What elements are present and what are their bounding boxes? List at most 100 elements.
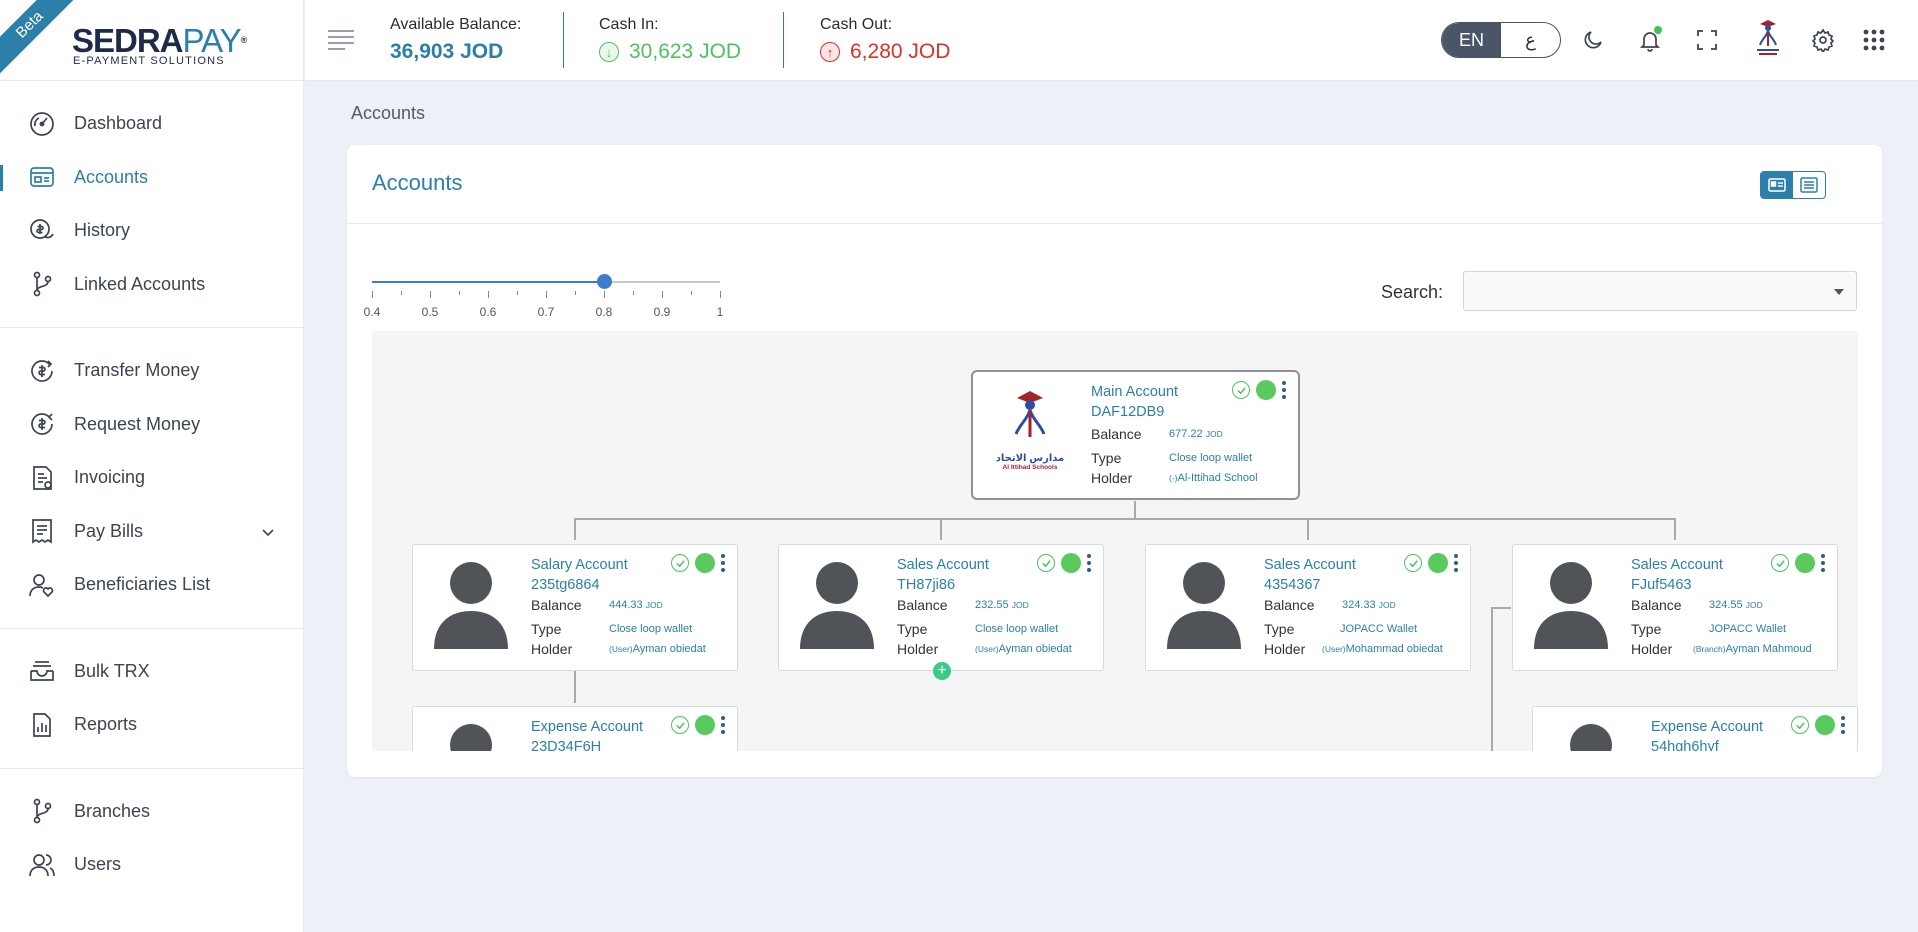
account-code: TH87ji86 <box>897 577 956 593</box>
account-node[interactable]: Sales Account TH87ji86 Balance 232.55 JOD… <box>778 544 1104 680</box>
node-actions <box>1791 715 1845 735</box>
nav-group-main: Dashboard Accounts History Linked Accoun… <box>0 81 303 328</box>
holder-value: Ayman Mahmoud <box>1725 643 1812 655</box>
account-title[interactable]: Sales Account 4354367 <box>1264 555 1356 595</box>
account-node[interactable]: Expense Account 23D34F6H <box>412 706 738 751</box>
beta-ribbon: Beta <box>0 0 82 77</box>
more-vertical-icon[interactable] <box>1841 716 1845 734</box>
more-vertical-icon[interactable] <box>1282 381 1286 399</box>
tree-connector <box>574 518 576 540</box>
account-title[interactable]: Salary Account 235tg6864 <box>531 555 628 595</box>
tree-connector <box>1307 518 1309 540</box>
verified-check-icon[interactable] <box>1037 554 1055 572</box>
sidebar-item-request-money[interactable]: Request Money <box>0 398 303 452</box>
sidebar-item-accounts[interactable]: Accounts <box>0 151 303 205</box>
speedometer-icon <box>28 110 56 138</box>
more-vertical-icon[interactable] <box>1821 554 1825 572</box>
page-title: Accounts <box>372 170 463 195</box>
accounts-tree[interactable]: مدارس الاتحاد Al Ittihad Schools Main Ac… <box>372 331 1858 751</box>
logo[interactable]: SEDRAPAY® <box>72 22 247 59</box>
holder-prefix: (User) <box>609 644 633 654</box>
lang-option-en[interactable]: EN <box>1442 23 1501 57</box>
sidebar-item-pay-bills[interactable]: Pay Bills <box>0 505 303 559</box>
sidebar-item-label: Accounts <box>74 166 149 187</box>
view-mode-toggle[interactable] <box>1760 171 1826 199</box>
sidebar-item-branches[interactable]: Branches <box>0 785 303 839</box>
type-label: Type <box>531 621 562 637</box>
slider-tick <box>662 291 663 298</box>
holder-label: Holder <box>897 641 939 657</box>
language-toggle[interactable]: EN ع <box>1441 22 1561 58</box>
verified-check-icon[interactable] <box>671 716 689 734</box>
sidebar-item-beneficiaries-list[interactable]: Beneficiaries List <box>0 558 303 612</box>
account-title[interactable]: Expense Account 23D34F6H <box>531 717 643 751</box>
slider-tick <box>401 291 402 295</box>
account-node[interactable]: Expense Account 54hgh6hyf <box>1532 706 1858 751</box>
balance-label: Balance <box>897 597 948 613</box>
holder-value: Al-Ittihad School <box>1177 472 1258 484</box>
school-logo-avatar[interactable] <box>1751 18 1785 58</box>
verified-check-icon[interactable] <box>1404 554 1422 572</box>
fullscreen-icon[interactable] <box>1693 26 1721 54</box>
lang-option-ar[interactable]: ع <box>1501 23 1560 57</box>
sidebar-item-label: Users <box>74 854 122 875</box>
more-vertical-icon[interactable] <box>1087 554 1091 572</box>
tree-connector <box>940 518 942 540</box>
logo-main: SEDRA <box>72 22 184 59</box>
account-node[interactable]: Sales Account 4354367 Balance 324.33 JOD … <box>1145 544 1471 671</box>
node-actions <box>1037 553 1091 573</box>
sidebar-item-history[interactable]: History <box>0 204 303 258</box>
sidebar-item-bulk-trx[interactable]: Bulk TRX <box>0 645 303 699</box>
account-title[interactable]: Expense Account 54hgh6hyf <box>1651 717 1763 751</box>
arrow-up-circle-icon: ↑ <box>820 42 840 62</box>
sidebar-item-dashboard[interactable]: Dashboard <box>0 97 303 151</box>
account-name: Sales Account <box>897 557 989 573</box>
chevron-down-icon[interactable] <box>261 525 275 539</box>
more-vertical-icon[interactable] <box>1454 554 1458 572</box>
id-card-view-icon <box>1768 178 1786 192</box>
nav-group-org: Branches Users <box>0 769 303 908</box>
sidebar-item-transfer-money[interactable]: Transfer Money <box>0 344 303 398</box>
more-vertical-icon[interactable] <box>721 716 725 734</box>
account-node[interactable]: Sales Account FJuf5463 Balance 324.55 JOD… <box>1512 544 1838 671</box>
account-title[interactable]: Sales Account FJuf5463 <box>1631 555 1723 595</box>
settings-gear-icon[interactable] <box>1809 26 1837 54</box>
account-title[interactable]: Sales Account TH87ji86 <box>897 555 989 595</box>
available-balance-value: 36,903 JOD <box>390 40 504 63</box>
accounts-card: Accounts 0.4 0.5 0.6 0.7 0.8 0.9 1 Search: <box>347 145 1882 777</box>
dropdown-caret-icon <box>1834 289 1844 295</box>
git-branch-icon <box>28 797 56 825</box>
expand-plus-icon[interactable]: + <box>933 662 951 680</box>
sidebar-item-invoicing[interactable]: Invoicing <box>0 451 303 505</box>
dark-mode-moon-icon[interactable] <box>1579 26 1607 54</box>
apps-grid-icon[interactable] <box>1860 26 1888 54</box>
verified-check-icon[interactable] <box>671 554 689 572</box>
holder-label: Holder <box>1264 641 1306 657</box>
list-view-button[interactable] <box>1793 172 1825 198</box>
account-node-main[interactable]: مدارس الاتحاد Al Ittihad Schools Main Ac… <box>971 370 1300 500</box>
balance-currency: JOD <box>1205 429 1223 439</box>
nav-group-bulk: Bulk TRX Reports <box>0 629 303 769</box>
holder-value: Ayman obiedat <box>998 643 1072 655</box>
dollar-in-icon <box>28 410 56 438</box>
dollar-out-icon <box>28 357 56 385</box>
card-view-button[interactable] <box>1761 172 1793 198</box>
sidebar-item-reports[interactable]: Reports <box>0 698 303 752</box>
more-vertical-icon[interactable] <box>721 554 725 572</box>
verified-check-icon[interactable] <box>1791 716 1809 734</box>
verified-check-icon[interactable] <box>1771 554 1789 572</box>
sidebar-item-users[interactable]: Users <box>0 838 303 892</box>
balance-label: Balance <box>531 597 582 613</box>
tree-connector <box>1491 607 1511 609</box>
account-node[interactable]: Salary Account 235tg6864 Balance 444.33 J… <box>412 544 738 671</box>
slider-handle[interactable] <box>597 274 612 289</box>
sidebar-item-linked-accounts[interactable]: Linked Accounts <box>0 258 303 312</box>
type-label: Type <box>1631 621 1662 637</box>
slider-tick <box>575 291 576 295</box>
account-name: Sales Account <box>1631 557 1723 573</box>
search-select[interactable] <box>1463 271 1857 311</box>
menu-toggle-icon[interactable] <box>327 28 355 50</box>
notification-bell-icon[interactable] <box>1636 26 1664 54</box>
account-title[interactable]: Main Account DAF12DB9 <box>1091 382 1178 422</box>
verified-check-icon[interactable] <box>1232 381 1250 399</box>
